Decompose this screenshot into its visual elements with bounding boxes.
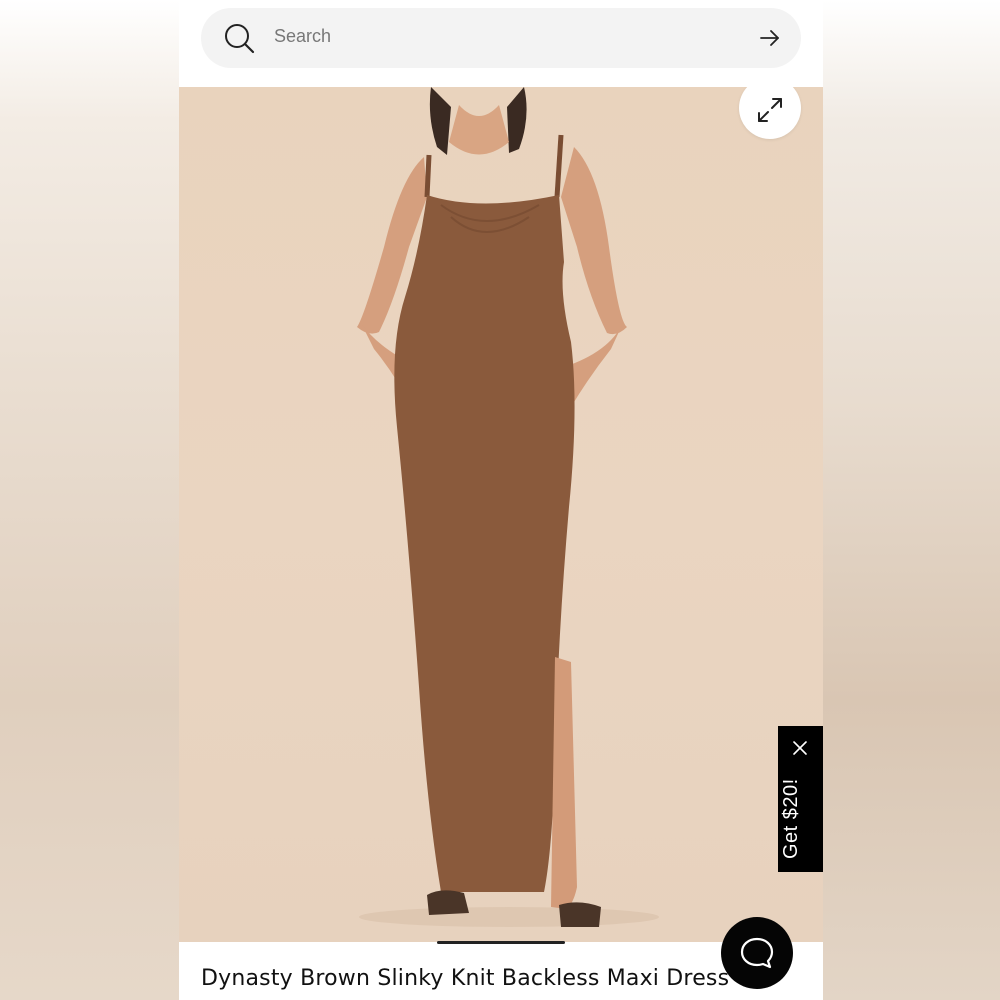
promo-label[interactable]: Get $20! (780, 759, 803, 859)
arrow-right-icon[interactable] (759, 27, 781, 49)
expand-icon (758, 98, 782, 122)
search-icon[interactable] (223, 22, 255, 54)
search-input[interactable]: Search (274, 26, 331, 47)
chat-button[interactable] (721, 917, 793, 989)
chat-bubble-icon (740, 937, 774, 969)
background-left (0, 0, 179, 1000)
search-bar[interactable]: Search (201, 8, 801, 68)
close-icon[interactable] (792, 740, 808, 756)
product-title: Dynasty Brown Slinky Knit Backless Maxi … (201, 966, 730, 991)
promo-tab[interactable]: Get $20! (778, 726, 823, 872)
product-image[interactable] (179, 87, 823, 942)
dress-photo (357, 87, 659, 927)
carousel-indicator (437, 941, 565, 944)
product-page: Search Get $20! Dynasty Brown Slinky Kni… (179, 0, 823, 1000)
background-right (823, 0, 1000, 1000)
